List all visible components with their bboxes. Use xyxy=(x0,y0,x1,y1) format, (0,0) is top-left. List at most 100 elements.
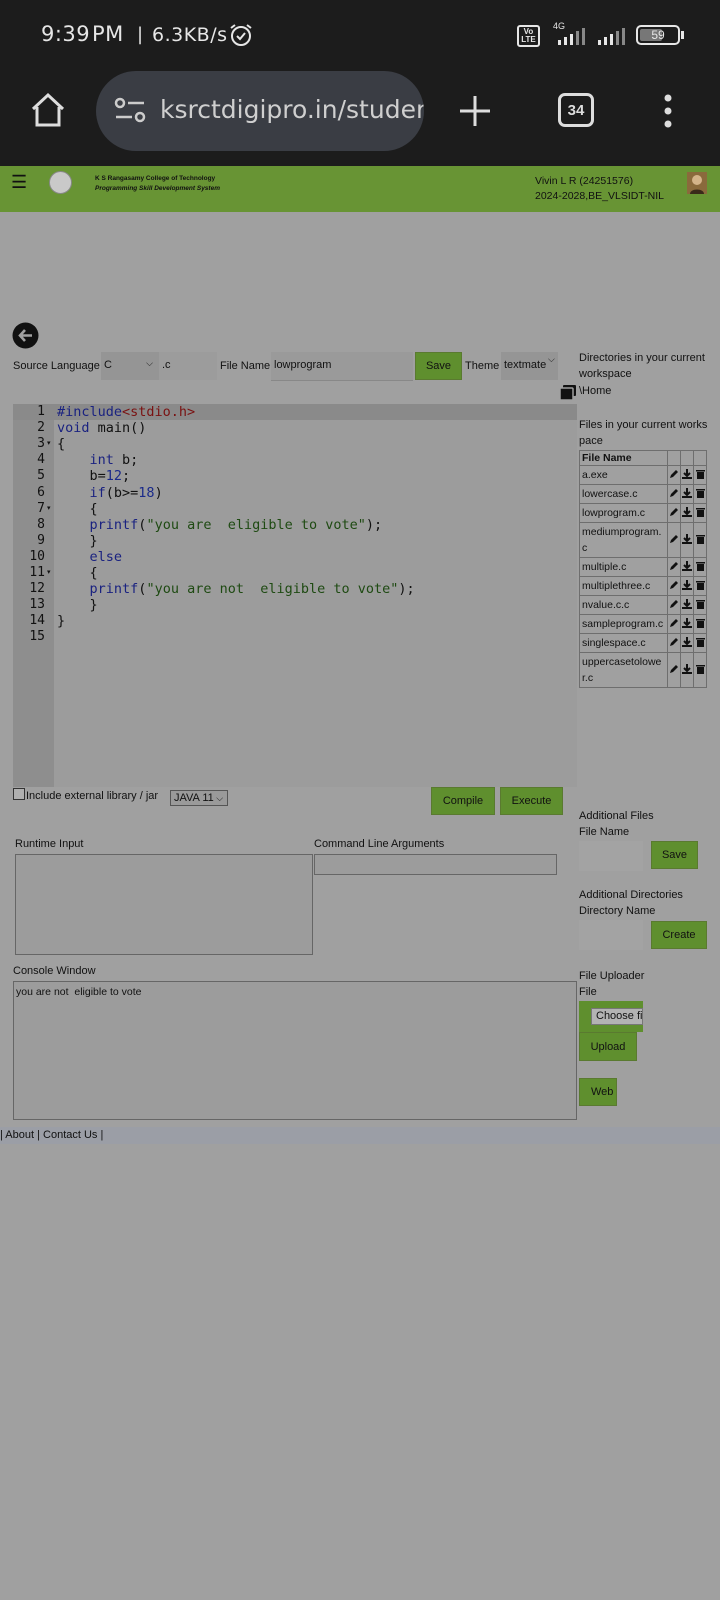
delete-icon[interactable] xyxy=(693,522,707,558)
line-number: 14 xyxy=(29,613,45,629)
delete-icon[interactable] xyxy=(693,633,707,653)
include-library-checkbox[interactable] xyxy=(13,788,25,800)
fold-toggle-icon[interactable]: ▾ xyxy=(47,504,51,512)
code-line[interactable]: { xyxy=(57,436,65,452)
tab-switcher-button[interactable]: 34 xyxy=(558,93,594,127)
code-line[interactable]: { xyxy=(57,501,98,517)
site-settings-icon[interactable] xyxy=(114,97,148,128)
delete-icon[interactable] xyxy=(693,557,707,577)
signal-icon xyxy=(552,26,592,49)
user-info: Vivin L R (24251576) 2024-2028,BE_VLSIDT… xyxy=(535,175,664,202)
download-icon[interactable] xyxy=(680,614,695,634)
additional-save-button[interactable]: Save xyxy=(651,841,698,869)
file-name-cell[interactable]: singlespace.c xyxy=(578,633,669,653)
file-name-cell[interactable]: a.exe xyxy=(578,465,669,485)
edit-icon[interactable] xyxy=(667,614,682,634)
fold-toggle-icon[interactable]: ▾ xyxy=(47,568,51,576)
file-name-cell[interactable]: mediumprogram.c xyxy=(578,522,669,558)
edit-icon[interactable] xyxy=(667,595,682,615)
delete-icon[interactable] xyxy=(693,484,707,504)
java-version-select[interactable]: JAVA 11 ⌵ xyxy=(170,790,228,806)
status-speed: 6.3KB/s xyxy=(152,24,228,46)
edit-icon[interactable] xyxy=(667,503,682,523)
line-number: 2 xyxy=(37,420,45,436)
directory-icon[interactable] xyxy=(559,384,577,404)
download-icon[interactable] xyxy=(680,503,695,523)
download-icon[interactable] xyxy=(680,484,695,504)
footer-links[interactable]: | About | Contact Us | xyxy=(0,1129,103,1141)
download-icon[interactable] xyxy=(680,595,695,615)
edit-icon[interactable] xyxy=(667,484,682,504)
file-chooser[interactable]: Choose fi xyxy=(579,1001,643,1032)
avatar[interactable] xyxy=(687,172,707,194)
file-name-cell[interactable]: lowprogram.c xyxy=(578,503,669,523)
code-line[interactable]: } xyxy=(57,613,65,629)
line-number: 11 xyxy=(29,565,45,580)
delete-icon[interactable] xyxy=(693,614,707,634)
file-name-cell[interactable]: lowercase.c xyxy=(578,484,669,504)
code-line[interactable]: { xyxy=(57,565,98,581)
menu-dots-icon[interactable] xyxy=(663,94,673,131)
file-name-cell[interactable]: uppercasetolower.c xyxy=(578,652,669,688)
hamburger-menu-icon[interactable]: ☰ xyxy=(11,172,27,193)
download-icon[interactable] xyxy=(680,557,695,577)
directory-name-input[interactable] xyxy=(579,920,643,950)
code-line[interactable]: if(b>=18) xyxy=(57,485,163,501)
code-line[interactable]: #include<stdio.h> xyxy=(57,404,195,420)
additional-file-name-input[interactable] xyxy=(579,841,643,871)
edit-icon[interactable] xyxy=(667,557,682,577)
file-name-input[interactable]: lowprogram xyxy=(271,352,413,381)
upload-button[interactable]: Upload xyxy=(579,1032,637,1061)
file-name-cell[interactable]: nvalue.c.c xyxy=(578,595,669,615)
delete-icon[interactable] xyxy=(693,465,707,485)
save-button[interactable]: Save xyxy=(415,352,462,380)
download-icon[interactable] xyxy=(680,522,695,558)
file-row: mediumprogram.c xyxy=(578,522,707,558)
files-table: File Name a.exe lowercase.c lowprogram.c me… xyxy=(578,450,707,688)
home-directory-link[interactable]: \Home xyxy=(579,385,611,397)
status-bar: 9:39 PM | 6.3KB/s Vo LTE 4G 59 xyxy=(0,0,720,70)
code-line[interactable]: else xyxy=(57,549,123,565)
code-editor[interactable]: 1 2 3 ▾ 4 5 6 7 ▾ 8 9 10 11 ▾ 12 13 14 15 #include<stdio.… xyxy=(13,404,577,787)
url-bar[interactable]: ksrctdigipro.in/student xyxy=(96,71,424,151)
code-line[interactable]: printf("you are eligible to vote"); xyxy=(57,517,383,533)
extension-field[interactable]: .c xyxy=(159,352,217,380)
fold-toggle-icon[interactable]: ▾ xyxy=(47,439,51,447)
delete-icon[interactable] xyxy=(693,576,707,596)
edit-icon[interactable] xyxy=(667,652,682,688)
file-name-cell[interactable]: sampleprogram.c xyxy=(578,614,669,634)
command-line-args-input[interactable] xyxy=(314,854,557,875)
download-icon[interactable] xyxy=(680,633,695,653)
edit-icon[interactable] xyxy=(667,465,682,485)
execute-button[interactable]: Execute xyxy=(500,787,563,815)
edit-icon[interactable] xyxy=(667,633,682,653)
new-tab-icon[interactable] xyxy=(458,94,492,131)
language-select[interactable]: C ⌵ xyxy=(101,352,159,380)
code-line[interactable]: void main() xyxy=(57,420,146,436)
delete-icon[interactable] xyxy=(693,503,707,523)
code-line[interactable]: int b; xyxy=(57,452,139,468)
edit-icon[interactable] xyxy=(667,576,682,596)
runtime-input-textarea[interactable] xyxy=(15,854,313,955)
compile-button[interactable]: Compile xyxy=(431,787,495,815)
code-line[interactable]: printf("you are not eligible to vote"); xyxy=(57,581,415,597)
create-directory-button[interactable]: Create xyxy=(651,921,707,949)
download-icon[interactable] xyxy=(680,652,695,688)
edit-icon[interactable] xyxy=(667,522,682,558)
back-arrow-icon[interactable] xyxy=(12,322,39,352)
choose-file-button[interactable]: Choose fi xyxy=(591,1008,643,1025)
line-number: 8 xyxy=(37,516,45,532)
web-button[interactable]: Web I xyxy=(579,1078,617,1106)
delete-icon[interactable] xyxy=(693,595,707,615)
status-ampm: PM xyxy=(92,22,124,46)
line-number: 6 xyxy=(37,484,45,500)
file-name-cell[interactable]: multiplethree.c xyxy=(578,576,669,596)
download-icon[interactable] xyxy=(680,576,695,596)
delete-icon[interactable] xyxy=(693,652,707,688)
file-name-cell[interactable]: multiple.c xyxy=(578,557,669,577)
download-icon[interactable] xyxy=(680,465,695,485)
code-line[interactable]: } xyxy=(57,597,98,613)
home-icon[interactable] xyxy=(29,91,67,132)
code-line[interactable]: b=12; xyxy=(57,468,131,484)
code-line[interactable]: } xyxy=(57,533,98,549)
